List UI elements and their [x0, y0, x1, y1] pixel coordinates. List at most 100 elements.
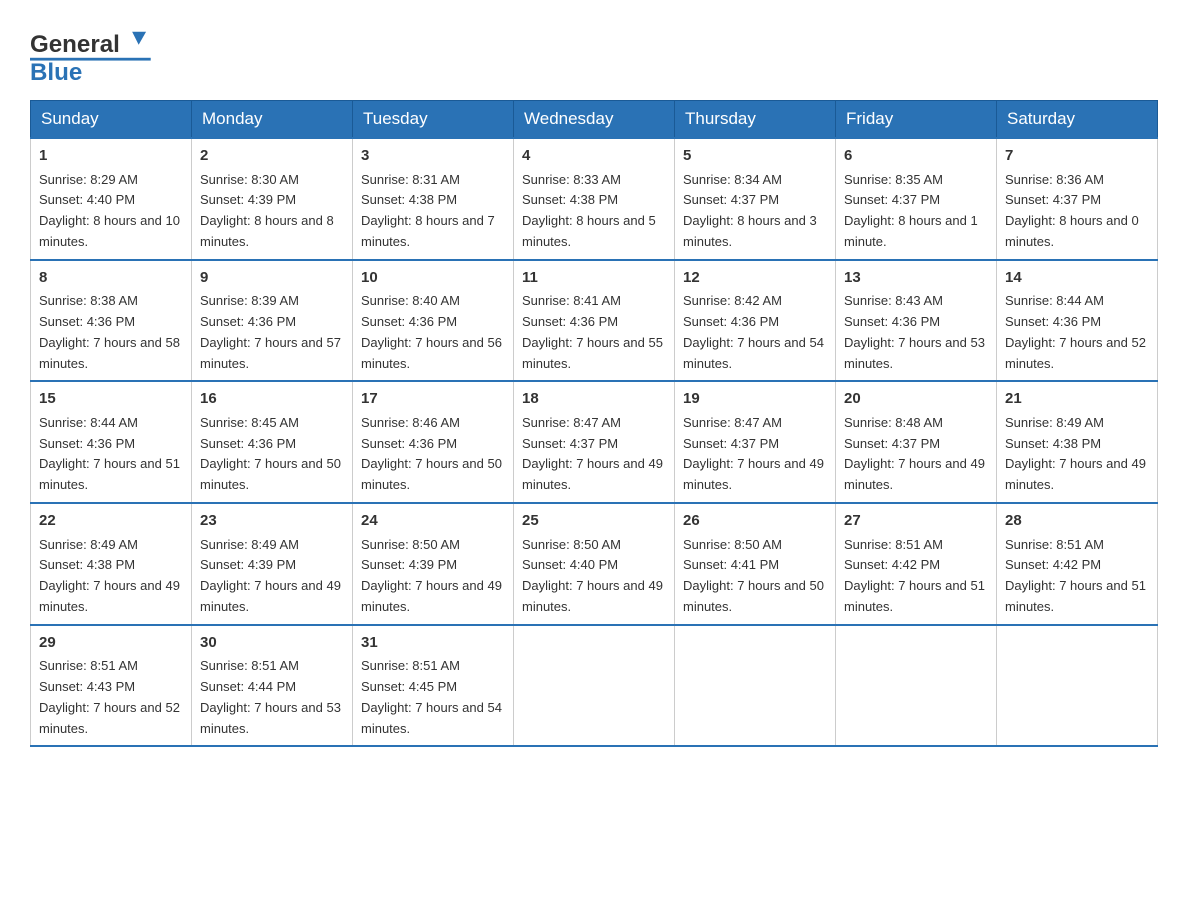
day-cell: 18Sunrise: 8:47 AMSunset: 4:37 PMDayligh… [514, 381, 675, 503]
day-cell: 8Sunrise: 8:38 AMSunset: 4:36 PMDaylight… [31, 260, 192, 382]
day-info: Sunrise: 8:45 AMSunset: 4:36 PMDaylight:… [200, 413, 344, 496]
day-number: 7 [1005, 145, 1149, 168]
day-number: 26 [683, 510, 827, 533]
day-cell: 13Sunrise: 8:43 AMSunset: 4:36 PMDayligh… [836, 260, 997, 382]
week-row-4: 22Sunrise: 8:49 AMSunset: 4:38 PMDayligh… [31, 503, 1158, 625]
day-number: 27 [844, 510, 988, 533]
day-cell: 10Sunrise: 8:40 AMSunset: 4:36 PMDayligh… [353, 260, 514, 382]
day-cell: 2Sunrise: 8:30 AMSunset: 4:39 PMDaylight… [192, 138, 353, 260]
day-info: Sunrise: 8:51 AMSunset: 4:42 PMDaylight:… [1005, 535, 1149, 618]
day-info: Sunrise: 8:49 AMSunset: 4:39 PMDaylight:… [200, 535, 344, 618]
day-number: 1 [39, 145, 183, 168]
day-info: Sunrise: 8:41 AMSunset: 4:36 PMDaylight:… [522, 291, 666, 374]
day-cell: 25Sunrise: 8:50 AMSunset: 4:40 PMDayligh… [514, 503, 675, 625]
day-header-friday: Friday [836, 101, 997, 139]
day-cell: 22Sunrise: 8:49 AMSunset: 4:38 PMDayligh… [31, 503, 192, 625]
day-cell: 31Sunrise: 8:51 AMSunset: 4:45 PMDayligh… [353, 625, 514, 747]
day-cell: 1Sunrise: 8:29 AMSunset: 4:40 PMDaylight… [31, 138, 192, 260]
day-cell: 24Sunrise: 8:50 AMSunset: 4:39 PMDayligh… [353, 503, 514, 625]
day-info: Sunrise: 8:34 AMSunset: 4:37 PMDaylight:… [683, 170, 827, 253]
day-info: Sunrise: 8:50 AMSunset: 4:40 PMDaylight:… [522, 535, 666, 618]
day-header-wednesday: Wednesday [514, 101, 675, 139]
day-info: Sunrise: 8:42 AMSunset: 4:36 PMDaylight:… [683, 291, 827, 374]
page: General Blue SundayMondayTuesdayWednesda… [0, 0, 1188, 918]
day-cell: 16Sunrise: 8:45 AMSunset: 4:36 PMDayligh… [192, 381, 353, 503]
calendar-table: SundayMondayTuesdayWednesdayThursdayFrid… [30, 100, 1158, 747]
day-info: Sunrise: 8:29 AMSunset: 4:40 PMDaylight:… [39, 170, 183, 253]
day-cell: 20Sunrise: 8:48 AMSunset: 4:37 PMDayligh… [836, 381, 997, 503]
day-number: 29 [39, 632, 183, 655]
day-info: Sunrise: 8:50 AMSunset: 4:39 PMDaylight:… [361, 535, 505, 618]
day-cell: 21Sunrise: 8:49 AMSunset: 4:38 PMDayligh… [997, 381, 1158, 503]
day-cell: 15Sunrise: 8:44 AMSunset: 4:36 PMDayligh… [31, 381, 192, 503]
day-number: 16 [200, 388, 344, 411]
day-info: Sunrise: 8:31 AMSunset: 4:38 PMDaylight:… [361, 170, 505, 253]
header: General Blue [30, 20, 1158, 90]
day-info: Sunrise: 8:49 AMSunset: 4:38 PMDaylight:… [39, 535, 183, 618]
day-info: Sunrise: 8:51 AMSunset: 4:45 PMDaylight:… [361, 656, 505, 739]
day-number: 5 [683, 145, 827, 168]
day-cell: 17Sunrise: 8:46 AMSunset: 4:36 PMDayligh… [353, 381, 514, 503]
day-number: 22 [39, 510, 183, 533]
day-cell: 29Sunrise: 8:51 AMSunset: 4:43 PMDayligh… [31, 625, 192, 747]
day-info: Sunrise: 8:49 AMSunset: 4:38 PMDaylight:… [1005, 413, 1149, 496]
day-cell: 12Sunrise: 8:42 AMSunset: 4:36 PMDayligh… [675, 260, 836, 382]
day-number: 18 [522, 388, 666, 411]
day-number: 21 [1005, 388, 1149, 411]
day-cell [514, 625, 675, 747]
day-number: 4 [522, 145, 666, 168]
day-info: Sunrise: 8:51 AMSunset: 4:42 PMDaylight:… [844, 535, 988, 618]
day-header-sunday: Sunday [31, 101, 192, 139]
svg-text:Blue: Blue [30, 59, 82, 86]
day-header-tuesday: Tuesday [353, 101, 514, 139]
logo-svg: General Blue [30, 20, 160, 90]
day-number: 14 [1005, 267, 1149, 290]
day-number: 13 [844, 267, 988, 290]
day-cell: 6Sunrise: 8:35 AMSunset: 4:37 PMDaylight… [836, 138, 997, 260]
day-cell: 14Sunrise: 8:44 AMSunset: 4:36 PMDayligh… [997, 260, 1158, 382]
day-info: Sunrise: 8:43 AMSunset: 4:36 PMDaylight:… [844, 291, 988, 374]
day-number: 10 [361, 267, 505, 290]
day-number: 8 [39, 267, 183, 290]
day-info: Sunrise: 8:35 AMSunset: 4:37 PMDaylight:… [844, 170, 988, 253]
week-row-5: 29Sunrise: 8:51 AMSunset: 4:43 PMDayligh… [31, 625, 1158, 747]
svg-text:General: General [30, 31, 120, 58]
day-info: Sunrise: 8:44 AMSunset: 4:36 PMDaylight:… [39, 413, 183, 496]
week-row-2: 8Sunrise: 8:38 AMSunset: 4:36 PMDaylight… [31, 260, 1158, 382]
day-info: Sunrise: 8:38 AMSunset: 4:36 PMDaylight:… [39, 291, 183, 374]
day-number: 6 [844, 145, 988, 168]
day-info: Sunrise: 8:51 AMSunset: 4:44 PMDaylight:… [200, 656, 344, 739]
week-row-1: 1Sunrise: 8:29 AMSunset: 4:40 PMDaylight… [31, 138, 1158, 260]
day-cell [997, 625, 1158, 747]
day-number: 30 [200, 632, 344, 655]
day-cell: 9Sunrise: 8:39 AMSunset: 4:36 PMDaylight… [192, 260, 353, 382]
day-number: 20 [844, 388, 988, 411]
day-info: Sunrise: 8:33 AMSunset: 4:38 PMDaylight:… [522, 170, 666, 253]
day-info: Sunrise: 8:47 AMSunset: 4:37 PMDaylight:… [683, 413, 827, 496]
day-cell: 30Sunrise: 8:51 AMSunset: 4:44 PMDayligh… [192, 625, 353, 747]
day-cell: 28Sunrise: 8:51 AMSunset: 4:42 PMDayligh… [997, 503, 1158, 625]
day-number: 17 [361, 388, 505, 411]
day-info: Sunrise: 8:39 AMSunset: 4:36 PMDaylight:… [200, 291, 344, 374]
day-header-saturday: Saturday [997, 101, 1158, 139]
day-info: Sunrise: 8:44 AMSunset: 4:36 PMDaylight:… [1005, 291, 1149, 374]
day-number: 23 [200, 510, 344, 533]
day-cell: 19Sunrise: 8:47 AMSunset: 4:37 PMDayligh… [675, 381, 836, 503]
logo: General Blue [30, 20, 160, 90]
day-number: 2 [200, 145, 344, 168]
day-info: Sunrise: 8:40 AMSunset: 4:36 PMDaylight:… [361, 291, 505, 374]
day-number: 31 [361, 632, 505, 655]
day-cell: 7Sunrise: 8:36 AMSunset: 4:37 PMDaylight… [997, 138, 1158, 260]
day-info: Sunrise: 8:50 AMSunset: 4:41 PMDaylight:… [683, 535, 827, 618]
day-number: 28 [1005, 510, 1149, 533]
day-number: 25 [522, 510, 666, 533]
day-number: 11 [522, 267, 666, 290]
day-cell: 23Sunrise: 8:49 AMSunset: 4:39 PMDayligh… [192, 503, 353, 625]
day-info: Sunrise: 8:47 AMSunset: 4:37 PMDaylight:… [522, 413, 666, 496]
day-info: Sunrise: 8:36 AMSunset: 4:37 PMDaylight:… [1005, 170, 1149, 253]
day-number: 19 [683, 388, 827, 411]
day-cell: 3Sunrise: 8:31 AMSunset: 4:38 PMDaylight… [353, 138, 514, 260]
day-cell: 26Sunrise: 8:50 AMSunset: 4:41 PMDayligh… [675, 503, 836, 625]
day-cell: 4Sunrise: 8:33 AMSunset: 4:38 PMDaylight… [514, 138, 675, 260]
day-number: 15 [39, 388, 183, 411]
